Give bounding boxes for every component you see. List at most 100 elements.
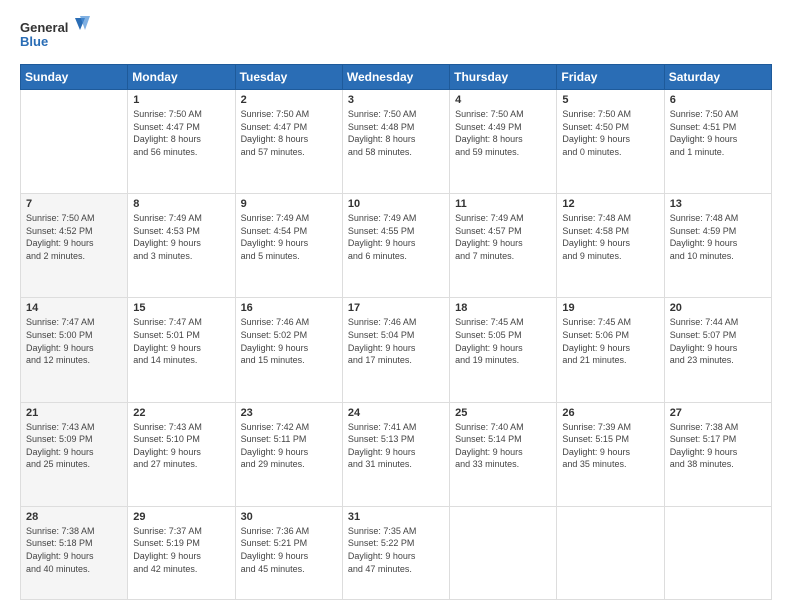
day-number: 10: [348, 198, 444, 210]
calendar-cell: 8 Sunrise: 7:49 AMSunset: 4:53 PMDaylight…: [128, 194, 235, 298]
logo-svg: General Blue: [20, 16, 90, 54]
day-number: 17: [348, 302, 444, 314]
calendar-cell: 19 Sunrise: 7:45 AMSunset: 5:06 PMDayligh…: [557, 298, 664, 402]
day-info: Sunrise: 7:39 AMSunset: 5:15 PMDaylight:…: [562, 421, 658, 471]
calendar-cell: 30 Sunrise: 7:36 AMSunset: 5:21 PMDayligh…: [235, 506, 342, 599]
calendar-cell: [557, 506, 664, 599]
calendar-cell: 9Sunrise: 7:49 AMSunset: 4:54 PMDaylight…: [235, 194, 342, 298]
day-info: Sunrise: 7:50 AMSunset: 4:48 PMDaylight:…: [348, 108, 444, 158]
calendar-cell: 22 Sunrise: 7:43 AMSunset: 5:10 PMDayligh…: [128, 402, 235, 506]
calendar-cell: 23 Sunrise: 7:42 AMSunset: 5:11 PMDayligh…: [235, 402, 342, 506]
calendar-cell: 5Sunrise: 7:50 AMSunset: 4:50 PMDaylight…: [557, 90, 664, 194]
day-number: 21: [26, 407, 122, 419]
day-number: 23: [241, 407, 337, 419]
calendar-cell: 12 Sunrise: 7:48 AMSunset: 4:58 PMDayligh…: [557, 194, 664, 298]
page: General Blue SundayMondayTuesdayWednesda…: [0, 0, 792, 612]
day-number: 2: [241, 94, 337, 106]
calendar-cell: 27 Sunrise: 7:38 AMSunset: 5:17 PMDayligh…: [664, 402, 771, 506]
day-info: Sunrise: 7:38 AMSunset: 5:17 PMDaylight:…: [670, 421, 766, 471]
day-number: 24: [348, 407, 444, 419]
calendar-week-1: 1 Sunrise: 7:50 AMSunset: 4:47 PMDaylight…: [21, 90, 772, 194]
day-info: Sunrise: 7:47 AMSunset: 5:00 PMDaylight:…: [26, 316, 122, 366]
calendar-cell: 14 Sunrise: 7:47 AMSunset: 5:00 PMDayligh…: [21, 298, 128, 402]
calendar-cell: [21, 90, 128, 194]
calendar-week-5: 28 Sunrise: 7:38 AMSunset: 5:18 PMDayligh…: [21, 506, 772, 599]
calendar-cell: 6Sunrise: 7:50 AMSunset: 4:51 PMDaylight…: [664, 90, 771, 194]
day-number: 7: [26, 198, 122, 210]
day-number: 20: [670, 302, 766, 314]
calendar-cell: 17Sunrise: 7:46 AMSunset: 5:04 PMDayligh…: [342, 298, 449, 402]
calendar-cell: 10 Sunrise: 7:49 AMSunset: 4:55 PMDayligh…: [342, 194, 449, 298]
logo: General Blue: [20, 16, 90, 54]
weekday-header-thursday: Thursday: [450, 65, 557, 90]
calendar-cell: 20 Sunrise: 7:44 AMSunset: 5:07 PMDayligh…: [664, 298, 771, 402]
day-info: Sunrise: 7:48 AMSunset: 4:58 PMDaylight:…: [562, 212, 658, 262]
day-info: Sunrise: 7:42 AMSunset: 5:11 PMDaylight:…: [241, 421, 337, 471]
weekday-header-monday: Monday: [128, 65, 235, 90]
day-number: 29: [133, 511, 229, 523]
calendar-cell: 21Sunrise: 7:43 AMSunset: 5:09 PMDayligh…: [21, 402, 128, 506]
day-info: Sunrise: 7:44 AMSunset: 5:07 PMDaylight:…: [670, 316, 766, 366]
calendar-cell: 13Sunrise: 7:48 AMSunset: 4:59 PMDayligh…: [664, 194, 771, 298]
day-info: Sunrise: 7:50 AMSunset: 4:51 PMDaylight:…: [670, 108, 766, 158]
header: General Blue: [20, 16, 772, 54]
weekday-header-friday: Friday: [557, 65, 664, 90]
calendar-cell: 31Sunrise: 7:35 AMSunset: 5:22 PMDayligh…: [342, 506, 449, 599]
calendar-week-2: 7 Sunrise: 7:50 AMSunset: 4:52 PMDaylight…: [21, 194, 772, 298]
day-info: Sunrise: 7:45 AMSunset: 5:05 PMDaylight:…: [455, 316, 551, 366]
day-info: Sunrise: 7:49 AMSunset: 4:57 PMDaylight:…: [455, 212, 551, 262]
calendar-cell: 16 Sunrise: 7:46 AMSunset: 5:02 PMDayligh…: [235, 298, 342, 402]
day-info: Sunrise: 7:50 AMSunset: 4:49 PMDaylight:…: [455, 108, 551, 158]
day-number: 12: [562, 198, 658, 210]
day-info: Sunrise: 7:37 AMSunset: 5:19 PMDaylight:…: [133, 525, 229, 575]
day-info: Sunrise: 7:36 AMSunset: 5:21 PMDaylight:…: [241, 525, 337, 575]
calendar-cell: 28 Sunrise: 7:38 AMSunset: 5:18 PMDayligh…: [21, 506, 128, 599]
day-number: 16: [241, 302, 337, 314]
calendar-cell: 4 Sunrise: 7:50 AMSunset: 4:49 PMDaylight…: [450, 90, 557, 194]
day-number: 31: [348, 511, 444, 523]
calendar-week-4: 21Sunrise: 7:43 AMSunset: 5:09 PMDayligh…: [21, 402, 772, 506]
day-info: Sunrise: 7:49 AMSunset: 4:53 PMDaylight:…: [133, 212, 229, 262]
weekday-header-row: SundayMondayTuesdayWednesdayThursdayFrid…: [21, 65, 772, 90]
day-info: Sunrise: 7:50 AMSunset: 4:52 PMDaylight:…: [26, 212, 122, 262]
day-info: Sunrise: 7:50 AMSunset: 4:47 PMDaylight:…: [133, 108, 229, 158]
calendar-week-3: 14 Sunrise: 7:47 AMSunset: 5:00 PMDayligh…: [21, 298, 772, 402]
day-info: Sunrise: 7:47 AMSunset: 5:01 PMDaylight:…: [133, 316, 229, 366]
day-number: 30: [241, 511, 337, 523]
day-number: 1: [133, 94, 229, 106]
day-number: 27: [670, 407, 766, 419]
day-number: 26: [562, 407, 658, 419]
calendar-cell: 29 Sunrise: 7:37 AMSunset: 5:19 PMDayligh…: [128, 506, 235, 599]
day-number: 18: [455, 302, 551, 314]
day-number: 14: [26, 302, 122, 314]
calendar-cell: 11 Sunrise: 7:49 AMSunset: 4:57 PMDayligh…: [450, 194, 557, 298]
day-number: 19: [562, 302, 658, 314]
day-info: Sunrise: 7:38 AMSunset: 5:18 PMDaylight:…: [26, 525, 122, 575]
day-number: 28: [26, 511, 122, 523]
day-info: Sunrise: 7:40 AMSunset: 5:14 PMDaylight:…: [455, 421, 551, 471]
calendar-cell: 26 Sunrise: 7:39 AMSunset: 5:15 PMDayligh…: [557, 402, 664, 506]
day-number: 8: [133, 198, 229, 210]
day-info: Sunrise: 7:50 AMSunset: 4:50 PMDaylight:…: [562, 108, 658, 158]
day-info: Sunrise: 7:43 AMSunset: 5:10 PMDaylight:…: [133, 421, 229, 471]
day-number: 11: [455, 198, 551, 210]
day-info: Sunrise: 7:49 AMSunset: 4:54 PMDaylight:…: [241, 212, 337, 262]
day-number: 4: [455, 94, 551, 106]
day-info: Sunrise: 7:45 AMSunset: 5:06 PMDaylight:…: [562, 316, 658, 366]
calendar-cell: 7 Sunrise: 7:50 AMSunset: 4:52 PMDaylight…: [21, 194, 128, 298]
day-number: 22: [133, 407, 229, 419]
day-info: Sunrise: 7:49 AMSunset: 4:55 PMDaylight:…: [348, 212, 444, 262]
calendar-cell: [664, 506, 771, 599]
day-number: 3: [348, 94, 444, 106]
calendar-cell: 1 Sunrise: 7:50 AMSunset: 4:47 PMDaylight…: [128, 90, 235, 194]
calendar-cell: 3 Sunrise: 7:50 AMSunset: 4:48 PMDaylight…: [342, 90, 449, 194]
weekday-header-wednesday: Wednesday: [342, 65, 449, 90]
calendar-cell: 18 Sunrise: 7:45 AMSunset: 5:05 PMDayligh…: [450, 298, 557, 402]
weekday-header-sunday: Sunday: [21, 65, 128, 90]
day-info: Sunrise: 7:46 AMSunset: 5:02 PMDaylight:…: [241, 316, 337, 366]
calendar-table: SundayMondayTuesdayWednesdayThursdayFrid…: [20, 64, 772, 600]
calendar-cell: 24 Sunrise: 7:41 AMSunset: 5:13 PMDayligh…: [342, 402, 449, 506]
day-info: Sunrise: 7:41 AMSunset: 5:13 PMDaylight:…: [348, 421, 444, 471]
weekday-header-saturday: Saturday: [664, 65, 771, 90]
calendar-cell: 2Sunrise: 7:50 AMSunset: 4:47 PMDaylight…: [235, 90, 342, 194]
